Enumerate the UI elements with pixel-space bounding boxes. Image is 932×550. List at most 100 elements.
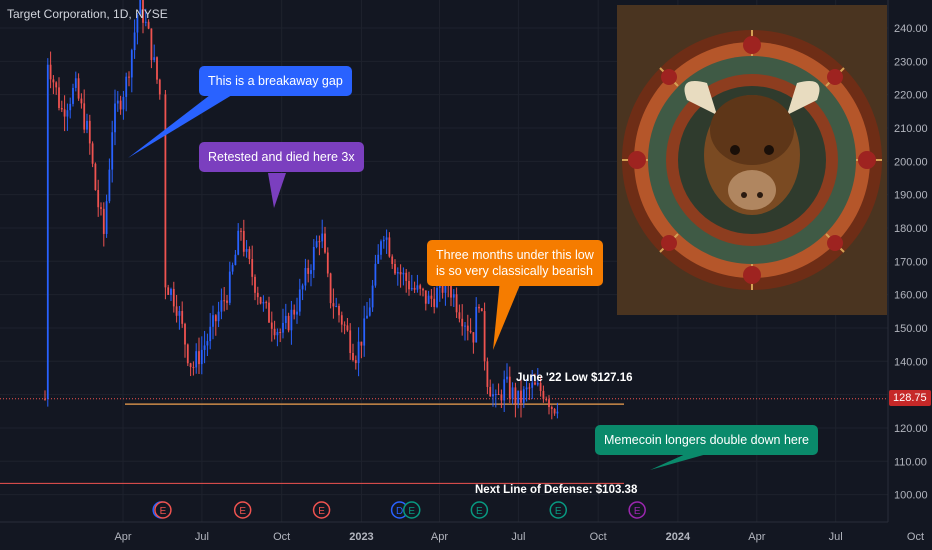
y-tick-label: 160.00 — [894, 290, 928, 302]
candle-body — [410, 287, 413, 290]
x-tick-label: Oct — [590, 531, 607, 543]
candle-body — [458, 312, 461, 319]
candle-body — [402, 272, 405, 275]
candle-body — [167, 287, 170, 295]
earnings-marker: E — [154, 501, 172, 519]
candle-body — [290, 309, 293, 331]
candle-body — [198, 351, 200, 365]
candle-body — [452, 294, 455, 298]
candle-body — [480, 308, 483, 312]
candle-body — [97, 190, 100, 208]
candle-body — [374, 263, 377, 286]
candle-body — [511, 387, 514, 399]
callout-breakaway-gap[interactable]: This is a breakaway gap — [199, 66, 352, 96]
candle-body — [116, 100, 119, 104]
candle-body — [256, 292, 259, 298]
candle-body — [72, 87, 74, 104]
candle-body — [276, 331, 279, 336]
candle-body — [469, 330, 472, 333]
x-tick-label: 2023 — [349, 531, 373, 543]
candle-body — [427, 295, 430, 304]
earnings-marker-label: E — [408, 506, 415, 517]
candle-body — [203, 345, 206, 350]
candle-body — [164, 94, 167, 288]
candle-body — [181, 311, 184, 324]
candle-body — [108, 169, 111, 202]
candle-body — [184, 323, 186, 345]
bull-zodiac-artwork — [617, 5, 887, 315]
defense-label: Next Line of Defense: $103.38 — [475, 484, 638, 496]
y-axis[interactable]: 100.00110.00120.00130.00140.00150.00160.… — [887, 0, 932, 550]
x-tick-label: Jul — [829, 531, 843, 543]
earnings-marker-label: E — [160, 506, 167, 517]
candle-body — [186, 344, 189, 364]
candle-body — [147, 21, 150, 29]
candle-body — [310, 270, 312, 274]
candle-body — [60, 107, 63, 110]
candle-body — [122, 96, 125, 110]
candle-body — [105, 201, 108, 234]
candle-body — [436, 287, 438, 307]
earnings-marker: E — [470, 501, 489, 519]
candle-body — [44, 398, 46, 400]
candle-body — [304, 268, 307, 286]
candle-body — [472, 332, 475, 343]
y-tick-label: 150.00 — [894, 323, 928, 335]
x-tick-label: Oct — [907, 531, 924, 543]
candle-body — [335, 305, 338, 307]
candle-body — [455, 294, 458, 313]
candle-body — [178, 311, 181, 316]
candle-body — [508, 376, 511, 399]
x-tick-label: 2024 — [666, 531, 691, 543]
candle-body — [63, 109, 66, 117]
earnings-marker: E — [312, 501, 331, 519]
candle-body — [382, 239, 385, 242]
candle-body — [506, 376, 508, 380]
earnings-marker-label: E — [476, 506, 483, 517]
x-axis[interactable]: Apr Jul Oct 2023 Apr Jul Oct 2024 Apr Jul Oct — [0, 521, 924, 543]
candle-body — [368, 307, 371, 316]
y-tick-label: 100.00 — [894, 490, 928, 502]
x-tick-label: Apr — [748, 531, 765, 543]
callout-retested[interactable]: Retested and died here 3x — [199, 142, 364, 172]
tail-retested — [268, 173, 286, 208]
candle-body — [100, 207, 102, 209]
callout-memecoin[interactable]: Memecoin longers double down here — [595, 425, 818, 455]
candle-body — [220, 300, 223, 312]
candle-body — [270, 322, 273, 329]
tail-three-months — [493, 280, 522, 350]
candle-body — [503, 379, 506, 401]
last-price-tag[interactable]: 128.75 — [889, 390, 931, 406]
earnings-marker: E — [549, 501, 568, 519]
candle-body — [240, 230, 242, 232]
candle-body — [69, 103, 72, 111]
dividend-marker-label: D — [396, 506, 403, 517]
candle-body — [363, 318, 366, 346]
candle-body — [466, 325, 469, 331]
candle-body — [315, 241, 318, 247]
june-low-label: June '22 Low $127.16 — [516, 372, 633, 384]
candle-body — [128, 76, 130, 78]
candle-body — [413, 287, 416, 290]
candle-body — [234, 254, 237, 266]
candle-body — [273, 328, 276, 336]
candle-body — [416, 285, 419, 290]
candle-body — [55, 82, 58, 88]
candle-body — [522, 389, 525, 403]
x-tick-label: Oct — [273, 531, 290, 543]
candle-body — [293, 309, 296, 315]
candle-body — [430, 295, 433, 299]
earnings-upcoming-marker-label: E — [634, 506, 641, 517]
candle-body — [475, 306, 478, 343]
y-tick-label: 220.00 — [894, 90, 928, 102]
candle-body — [329, 273, 332, 304]
candle-body — [360, 341, 363, 346]
candle-body — [553, 409, 556, 414]
candle-body — [265, 302, 268, 304]
candle-body — [200, 349, 203, 365]
candle-body — [170, 288, 172, 295]
callout-three-months[interactable]: Three months under this low is so very c… — [427, 240, 603, 286]
candle-body — [483, 311, 486, 362]
candle-body — [156, 57, 158, 80]
event-markers[interactable]: DEEEDEEEE — [152, 501, 646, 519]
